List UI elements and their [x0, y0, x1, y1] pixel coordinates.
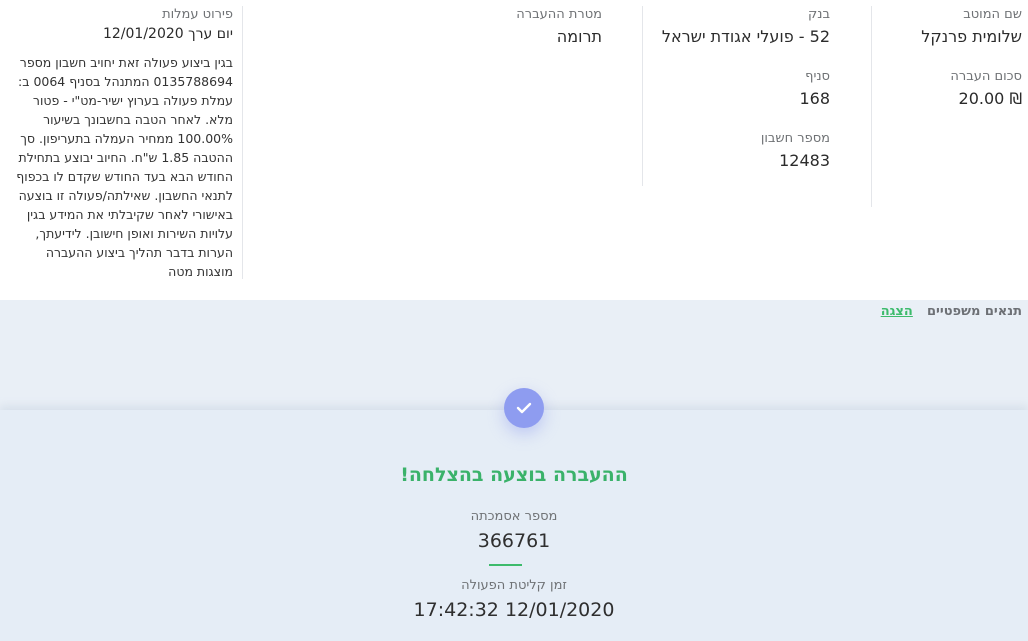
amount-value: ₪ 20.00: [958, 89, 1022, 108]
column-divider: [242, 6, 243, 279]
branch-value: 168: [799, 89, 830, 108]
purpose-label: מטרת ההעברה: [516, 7, 602, 22]
purpose-column: מטרת ההעברה תרומה: [402, 0, 602, 48]
time-label: זמן קליטת הפעולה: [461, 578, 567, 593]
column-divider: [871, 6, 872, 207]
purpose-value: תרומה: [556, 27, 602, 46]
amount-label: סכום העברה: [950, 69, 1022, 84]
legal-terms-title: תנאים משפטיים: [927, 304, 1022, 319]
fees-label: פירוט עמלות: [162, 7, 233, 22]
green-divider: [489, 564, 522, 566]
beneficiary-column: שם המוטב שלומית פרנקל סכום העברה ₪ 20.00: [872, 0, 1022, 110]
legal-terms: תנאים משפטיים הצגה: [881, 304, 1022, 319]
bank-column: בנק 52 - פועלי אגודת ישראל סניף 168 מספר…: [610, 0, 830, 172]
beneficiary-value: שלומית פרנקל: [921, 27, 1022, 46]
bank-label: בנק: [808, 7, 830, 22]
success-message: ההעברה בוצעה בהצלחה!: [400, 464, 628, 486]
transfer-details-panel: שם המוטב שלומית פרנקל סכום העברה ₪ 20.00…: [0, 0, 1028, 300]
account-value: 12483: [779, 151, 830, 170]
beneficiary-label: שם המוטב: [963, 7, 1022, 22]
branch-label: סניף: [805, 69, 830, 84]
account-label: מספר חשבון: [760, 131, 830, 146]
legal-terms-show-link[interactable]: הצגה: [881, 304, 913, 319]
bank-value: 52 - פועלי אגודת ישראל: [661, 27, 830, 46]
value-date: יום ערך 12/01/2020: [102, 26, 233, 42]
reference-label: מספר אסמכתה: [470, 509, 558, 524]
time-value: 12/01/2020 17:42:32: [413, 599, 615, 621]
reference-value: 366761: [477, 530, 551, 552]
check-icon: [504, 388, 544, 428]
fees-description: בגין ביצוע פעולה זאת יחויב חשבון מספר 01…: [16, 55, 233, 279]
fees-column: פירוט עמלות יום ערך 12/01/2020 בגין ביצו…: [8, 0, 233, 281]
column-divider: [642, 6, 643, 186]
